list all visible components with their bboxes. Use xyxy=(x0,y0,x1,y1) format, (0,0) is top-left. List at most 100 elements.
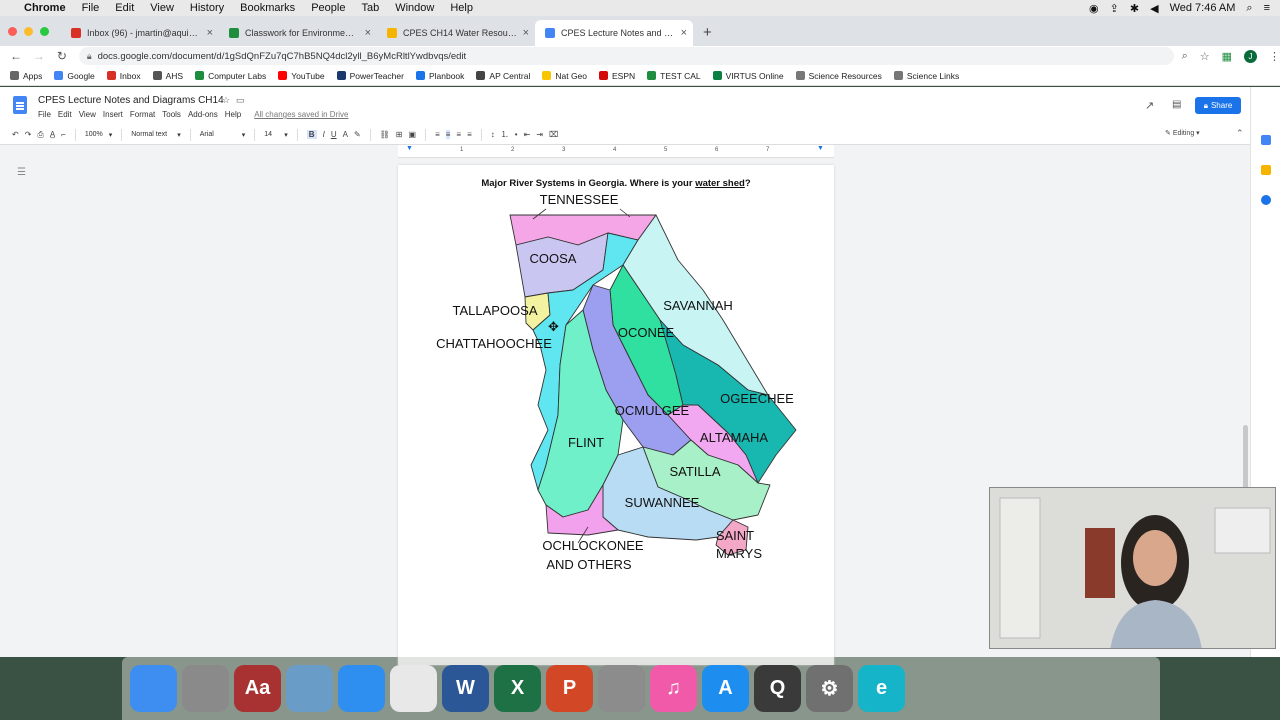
activity-dashboard-icon[interactable]: ↗ xyxy=(1145,99,1154,112)
link-icon[interactable]: ⛓ xyxy=(380,130,390,139)
menu-bookmarks[interactable]: Bookmarks xyxy=(240,2,295,14)
bookmark-science-links[interactable]: Science Links xyxy=(893,71,959,81)
menu-history[interactable]: History xyxy=(190,2,224,14)
finder-dock-icon[interactable] xyxy=(130,665,177,712)
launchpad-dock-icon[interactable] xyxy=(598,665,645,712)
lock-icon[interactable]: 🔒︎ xyxy=(87,51,92,62)
align-left-icon[interactable]: ≡ xyxy=(435,130,440,139)
paint-format-icon[interactable]: ⌐ xyxy=(61,130,66,139)
new-tab-button[interactable]: + xyxy=(703,24,712,41)
docs-menu-help[interactable]: Help xyxy=(225,110,241,119)
editing-mode-select[interactable]: ✎ Editing ▾ xyxy=(1165,129,1200,137)
bulleted-list-icon[interactable]: • xyxy=(515,130,518,139)
redo-icon[interactable]: ↷ xyxy=(25,130,32,139)
tab-classwork[interactable]: Classwork for Environmental S × xyxy=(219,20,377,46)
menu-app-name[interactable]: Chrome xyxy=(24,2,66,14)
close-tab-icon[interactable]: × xyxy=(681,27,687,39)
menu-view[interactable]: View xyxy=(150,2,174,14)
text-color-icon[interactable]: A xyxy=(343,130,348,139)
chevron-down-icon[interactable]: ▾ xyxy=(242,131,246,139)
docs-menu-tools[interactable]: Tools xyxy=(162,110,181,119)
bookmark-planbook[interactable]: Planbook xyxy=(415,71,464,81)
bookmark-star-icon[interactable]: ☆ xyxy=(1200,50,1210,63)
italic-button[interactable]: I xyxy=(323,130,325,139)
url-field[interactable]: 🔒︎ docs.google.com/document/d/1gSdQnFZu7… xyxy=(78,47,1174,65)
powerpoint-dock-icon[interactable]: P xyxy=(546,665,593,712)
docs-menu-insert[interactable]: Insert xyxy=(103,110,123,119)
bluetooth-icon[interactable]: ✱ xyxy=(1130,2,1139,15)
bold-button[interactable]: B xyxy=(306,130,317,139)
close-tab-icon[interactable]: × xyxy=(365,27,371,39)
profile-avatar[interactable]: J xyxy=(1244,49,1258,63)
print-icon[interactable]: ⎙ xyxy=(37,130,43,140)
dictionary-dock-icon[interactable]: Aa xyxy=(234,665,281,712)
word-dock-icon[interactable]: W xyxy=(442,665,489,712)
forward-icon[interactable]: → xyxy=(32,49,46,63)
menu-file[interactable]: File xyxy=(82,2,100,14)
calculator-dock-icon[interactable] xyxy=(182,665,229,712)
docs-menu-format[interactable]: Format xyxy=(130,110,155,119)
align-right-icon[interactable]: ≡ xyxy=(456,130,461,139)
bookmark-computer-labs[interactable]: Computer Labs xyxy=(195,71,266,81)
menu-tab[interactable]: Tab xyxy=(361,2,379,14)
tab-water-resources[interactable]: CPES CH14 Water Resources N × xyxy=(377,20,535,46)
bookmark-science-resources[interactable]: Science Resources xyxy=(795,71,882,81)
zoom-search-icon[interactable]: ⌕ xyxy=(1182,50,1188,63)
document-page[interactable]: Major River Systems in Georgia. Where is… xyxy=(398,165,834,665)
comments-icon[interactable]: ▤ xyxy=(1172,99,1181,110)
save-status[interactable]: All changes saved in Drive xyxy=(254,110,348,119)
menu-edit[interactable]: Edit xyxy=(115,2,134,14)
reload-icon[interactable]: ↻ xyxy=(55,49,69,63)
close-tab-icon[interactable]: × xyxy=(207,27,213,39)
itunes-dock-icon[interactable]: ♫ xyxy=(650,665,697,712)
back-icon[interactable]: ← xyxy=(9,49,23,63)
underline-button[interactable]: U xyxy=(331,130,337,139)
zoom-select[interactable]: 100% xyxy=(85,131,103,138)
document-outline-icon[interactable]: ☰ xyxy=(17,167,26,178)
apps-grid-icon[interactable]: ▦ xyxy=(1222,50,1232,63)
docs-menu-file[interactable]: File xyxy=(38,110,51,119)
docs-logo-icon[interactable] xyxy=(13,96,27,114)
tab-inbox[interactable]: Inbox (96) - jmartin@aquinash × xyxy=(61,20,219,46)
add-comment-icon[interactable]: ⊞ xyxy=(396,130,403,139)
menu-window[interactable]: Window xyxy=(395,2,434,14)
numbered-list-icon[interactable]: ⒈ xyxy=(501,129,509,140)
left-indent-marker-icon[interactable]: ▼ xyxy=(406,145,413,152)
tasks-icon[interactable] xyxy=(1261,195,1271,205)
bookmark-inbox[interactable]: Inbox xyxy=(106,71,141,81)
docs-menu-edit[interactable]: Edit xyxy=(58,110,72,119)
style-select[interactable]: Normal text xyxy=(131,131,171,138)
docs-menu-view[interactable]: View xyxy=(79,110,96,119)
record-icon[interactable]: ◉ xyxy=(1089,2,1099,15)
chevron-down-icon[interactable]: ▾ xyxy=(284,131,288,139)
font-size-select[interactable]: 14 xyxy=(264,131,278,138)
system-preferences-dock-icon[interactable]: ⚙ xyxy=(806,665,853,712)
bookmark-espn[interactable]: ESPN xyxy=(599,71,635,81)
horizontal-ruler[interactable]: ▼ 1 2 3 4 5 6 7 ▼ xyxy=(398,145,834,158)
bookmark-google[interactable]: Google xyxy=(54,71,95,81)
chrome-menu-icon[interactable]: ⋮ xyxy=(1269,50,1280,63)
chevron-down-icon[interactable]: ▾ xyxy=(177,131,181,139)
safari-dock-icon[interactable] xyxy=(338,665,385,712)
close-window-icon[interactable] xyxy=(8,27,17,36)
spotlight-icon[interactable]: ⌕ xyxy=(1246,2,1252,15)
insert-image-icon[interactable]: ▣ xyxy=(409,130,417,139)
font-select[interactable]: Arial xyxy=(200,131,236,138)
close-tab-icon[interactable]: × xyxy=(523,27,529,39)
right-indent-marker-icon[interactable]: ▼ xyxy=(817,145,824,152)
minimize-window-icon[interactable] xyxy=(24,27,33,36)
align-center-icon[interactable]: ≡ xyxy=(445,130,451,139)
preview-dock-icon[interactable] xyxy=(286,665,333,712)
decrease-indent-icon[interactable]: ⇤ xyxy=(524,130,531,139)
screencast-dock-icon[interactable]: e xyxy=(858,665,905,712)
share-button[interactable]: 🔒︎ Share xyxy=(1195,97,1241,114)
bookmark-nat-geo[interactable]: Nat Geo xyxy=(542,71,587,81)
zoom-window-icon[interactable] xyxy=(40,27,49,36)
volume-icon[interactable]: ◀ xyxy=(1150,2,1158,15)
line-spacing-icon[interactable]: ↕ xyxy=(491,130,495,139)
bookmark-youtube[interactable]: YouTube xyxy=(278,71,325,81)
undo-icon[interactable]: ↶ xyxy=(12,130,19,139)
clock[interactable]: Wed 7:46 AM xyxy=(1170,2,1236,14)
notification-center-icon[interactable]: ≡ xyxy=(1264,2,1270,14)
calendar-icon[interactable] xyxy=(1261,135,1271,145)
